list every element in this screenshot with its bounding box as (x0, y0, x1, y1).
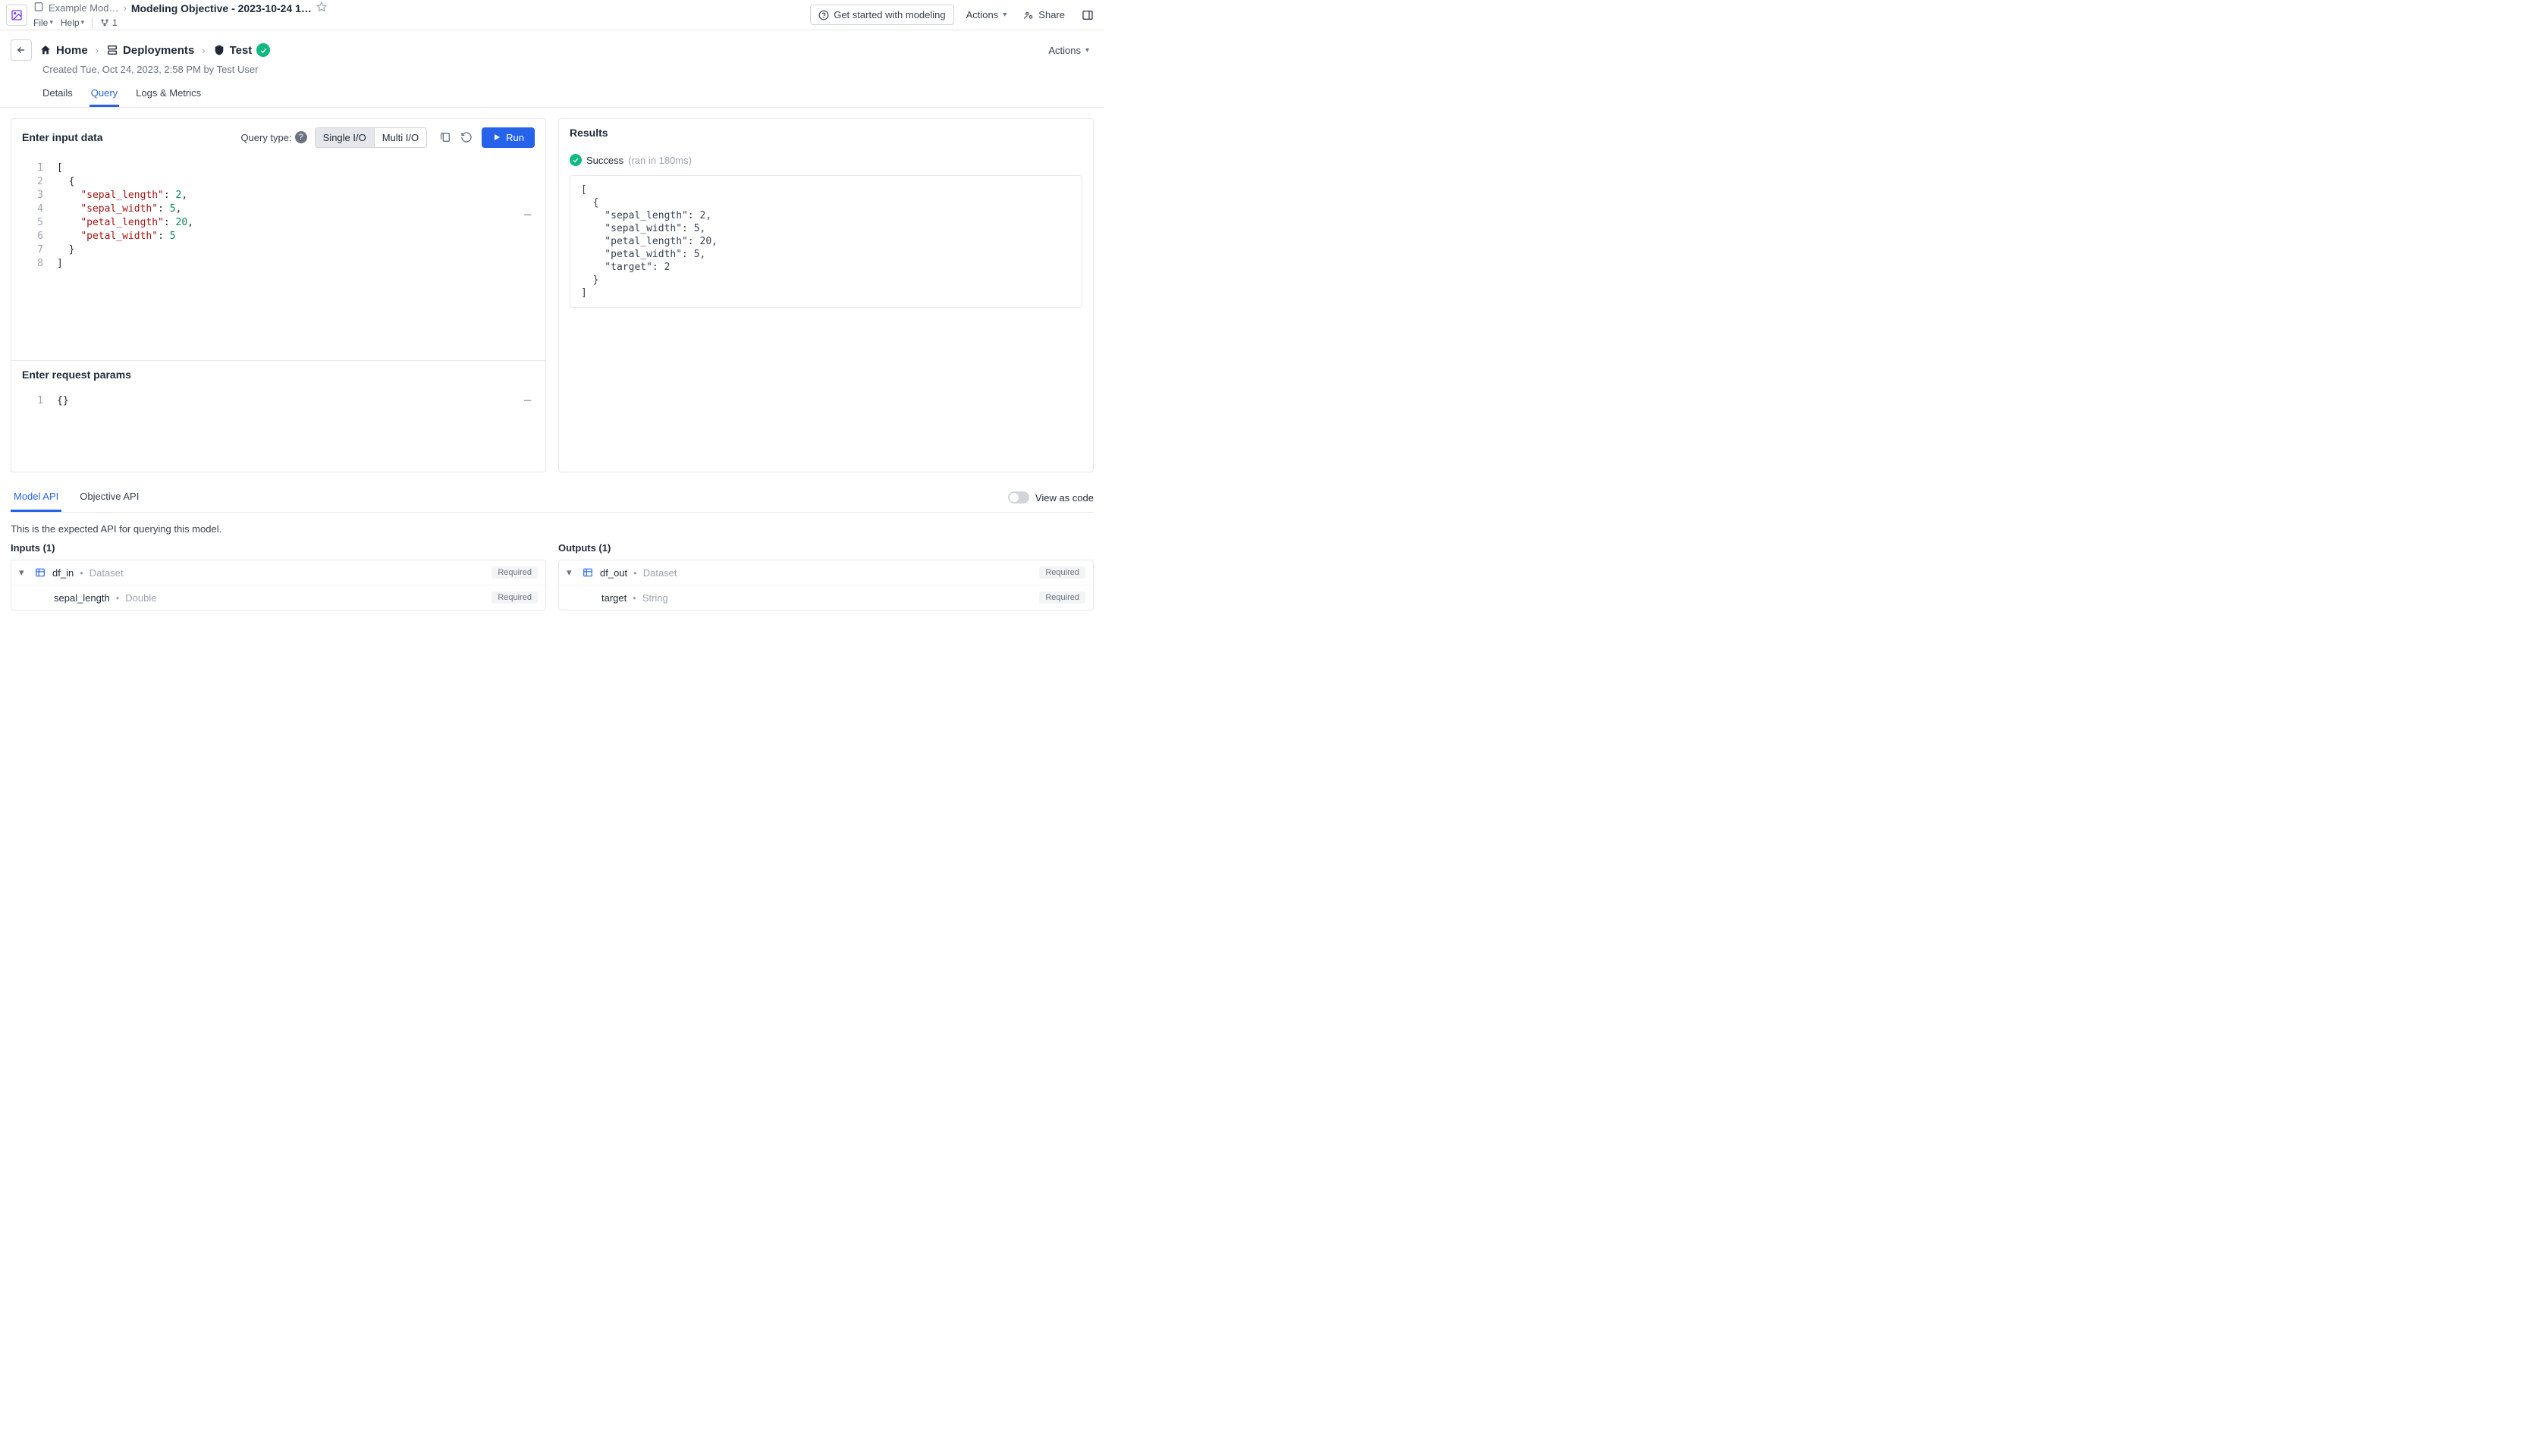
tab-model-api[interactable]: Model API (11, 483, 61, 512)
clipboard-icon[interactable] (435, 127, 456, 148)
inputs-box: ▾ df_in • Dataset Required sepal_length … (11, 560, 546, 610)
fold-icon[interactable]: − (523, 209, 532, 222)
table-icon (582, 566, 594, 579)
breadcrumb-test[interactable]: Test (213, 44, 253, 57)
single-io-button[interactable]: Single I/O (316, 128, 374, 147)
table-icon (34, 566, 46, 579)
file-menu[interactable]: File▾ (33, 17, 53, 28)
tab-logs[interactable]: Logs & Metrics (134, 83, 203, 107)
get-started-button[interactable]: Get started with modeling (810, 5, 953, 25)
page-title[interactable]: Modeling Objective - 2023-10-24 1… (131, 2, 312, 14)
chevron-right-icon: › (96, 45, 99, 56)
branch-indicator[interactable]: 1 (100, 17, 118, 28)
reset-icon[interactable] (456, 127, 477, 148)
project-crumb[interactable]: Example Mod… (49, 2, 118, 14)
breadcrumb-deployments[interactable]: Deployments (106, 44, 194, 57)
results-title: Results (570, 127, 608, 139)
chevron-right-icon: › (123, 2, 126, 14)
created-by: Created Tue, Oct 24, 2023, 2:58 PM by Te… (0, 61, 1104, 83)
menu-divider (92, 17, 93, 28)
input-panel: Enter input data Query type: ? Single I/… (11, 118, 546, 472)
top-bar: Example Mod… › Modeling Objective - 2023… (0, 0, 1104, 30)
results-panel: Results Success (ran in 180ms) [ { "sepa… (558, 118, 1094, 472)
query-type-segmented: Single I/O Multi I/O (315, 127, 428, 148)
params-code-editor[interactable]: − 1 {} (11, 388, 545, 472)
output-field-row[interactable]: target • String Required (559, 585, 1093, 610)
tab-details[interactable]: Details (41, 83, 74, 107)
actions-menu-top[interactable]: Actions▾ (962, 5, 1012, 24)
actions-menu-page[interactable]: Actions▾ (1044, 41, 1094, 60)
required-badge: Required (491, 566, 538, 579)
success-icon (570, 154, 582, 166)
page-tabs: Details Query Logs & Metrics (0, 83, 1104, 108)
api-description: This is the expected API for querying th… (11, 513, 1094, 542)
outputs-title: Outputs (1) (558, 542, 1094, 554)
query-type-label: Query type: (240, 132, 291, 143)
result-timing: (ran in 180ms) (628, 155, 692, 166)
app-icon[interactable] (6, 5, 27, 26)
inputs-title: Inputs (1) (11, 542, 546, 554)
api-section: Model API Objective API View as code Thi… (0, 483, 1104, 621)
doc-icon (33, 2, 44, 14)
multi-io-button[interactable]: Multi I/O (374, 128, 426, 147)
chevron-right-icon: › (202, 45, 205, 56)
view-as-code-label: View as code (1035, 492, 1094, 504)
chevron-down-icon[interactable]: ▾ (19, 566, 28, 579)
star-icon[interactable] (316, 2, 327, 14)
required-badge: Required (1039, 592, 1085, 604)
help-menu[interactable]: Help▾ (61, 17, 84, 28)
breadcrumb-home[interactable]: Home (39, 44, 88, 57)
required-badge: Required (491, 592, 538, 604)
breadcrumb: Home › Deployments › Test Actions▾ (0, 30, 1104, 61)
chevron-down-icon[interactable]: ▾ (567, 566, 576, 579)
back-button[interactable] (11, 39, 32, 61)
output-dataset-row[interactable]: ▾ df_out • Dataset Required (559, 560, 1093, 585)
tab-objective-api[interactable]: Objective API (77, 483, 142, 512)
outputs-box: ▾ df_out • Dataset Required target • Str… (558, 560, 1094, 610)
params-title: Enter request params (11, 360, 545, 388)
panel-toggle-icon[interactable] (1077, 5, 1098, 25)
share-button[interactable]: Share (1019, 5, 1069, 24)
help-icon[interactable]: ? (295, 131, 307, 143)
run-button[interactable]: Run (482, 127, 535, 148)
input-title: Enter input data (22, 131, 103, 143)
result-body[interactable]: [ { "sepal_length": 2, "sepal_width": 5,… (570, 175, 1082, 308)
input-dataset-row[interactable]: ▾ df_in • Dataset Required (11, 560, 545, 585)
input-field-row[interactable]: sepal_length • Double Required (11, 585, 545, 610)
required-badge: Required (1039, 566, 1085, 579)
tab-query[interactable]: Query (90, 83, 119, 107)
view-as-code-toggle[interactable] (1008, 491, 1029, 504)
result-status-text: Success (586, 155, 623, 166)
status-success-icon (256, 43, 270, 57)
fold-icon[interactable]: − (523, 394, 532, 408)
input-code-editor[interactable]: − 1[2 {3 "sepal_length": 2,4 "sepal_widt… (11, 155, 545, 360)
